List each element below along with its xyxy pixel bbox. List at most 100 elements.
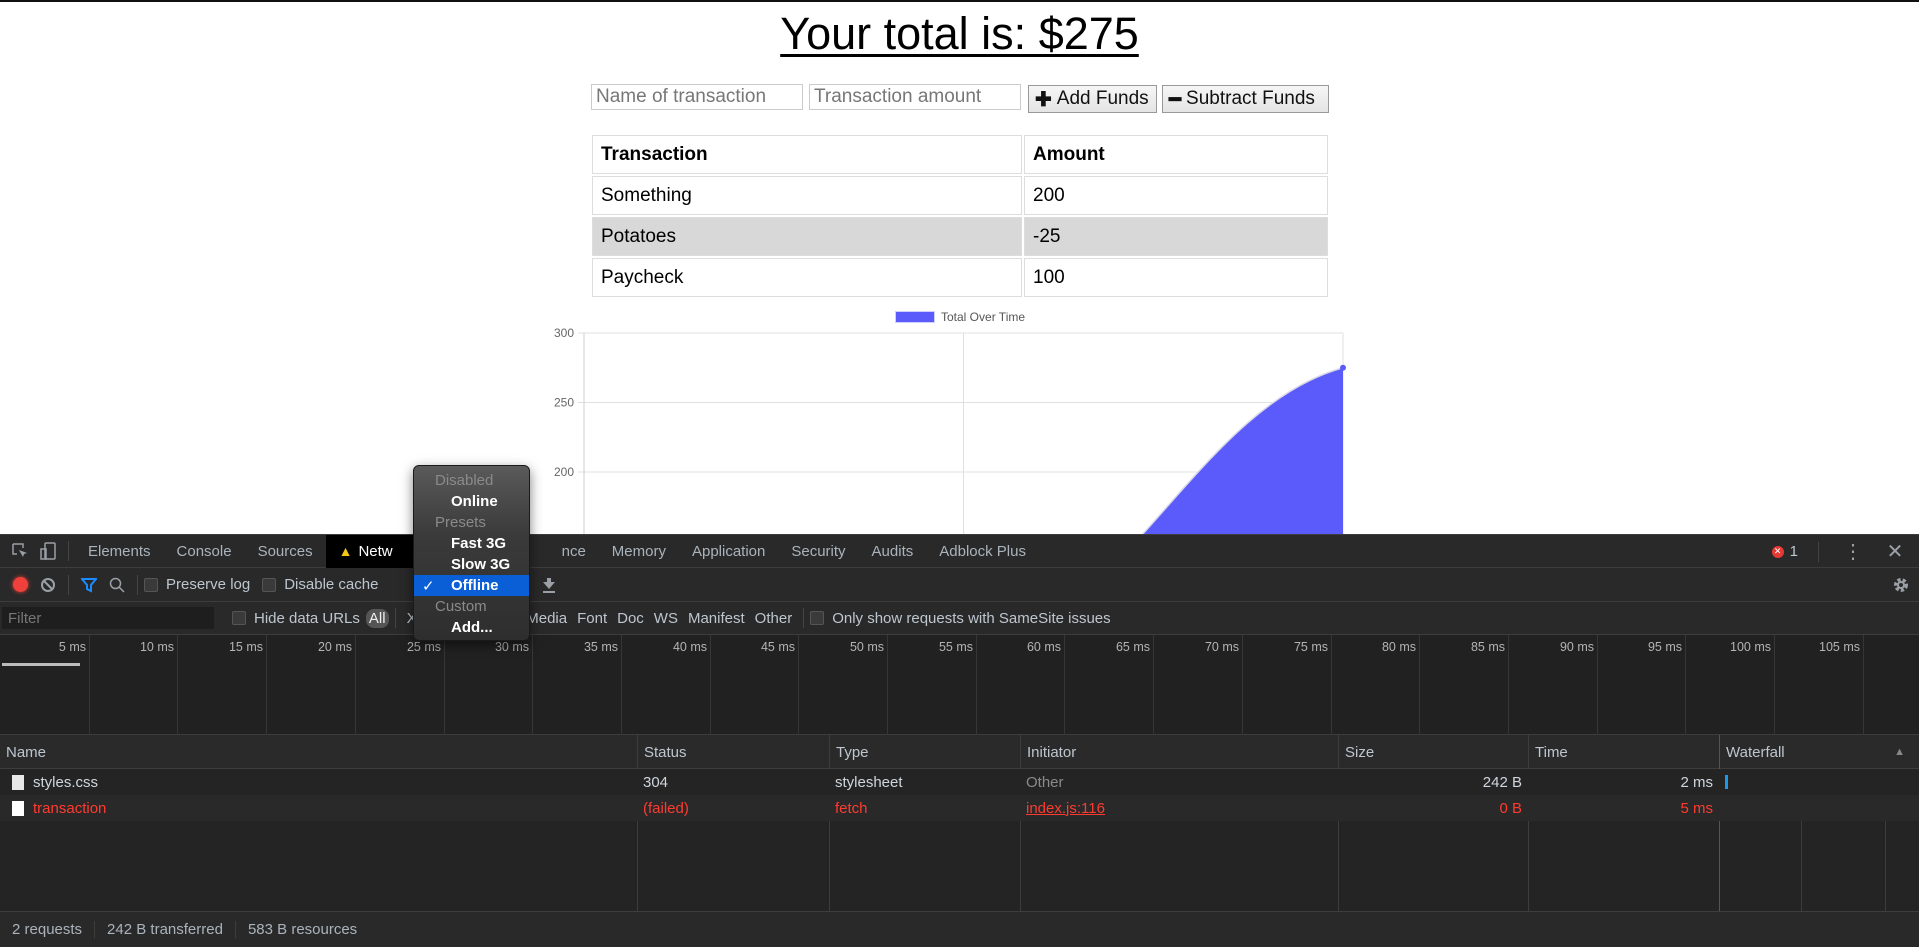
inspect-element-icon[interactable] — [6, 537, 34, 565]
checkmark-icon: ✓ — [422, 577, 435, 595]
checkbox-box — [144, 577, 158, 592]
transaction-name-input[interactable] — [591, 84, 803, 110]
filter-icon[interactable] — [75, 571, 103, 599]
table-row: Something 200 — [592, 176, 1328, 215]
column-header-amount: Amount — [1024, 135, 1328, 174]
settings-gear-icon[interactable] — [1887, 571, 1915, 599]
request-time: 2 ms — [1680, 773, 1713, 791]
menu-group-custom: Custom — [435, 598, 487, 615]
tab-network-label: Netw — [358, 542, 393, 560]
tab-audits[interactable]: Audits — [859, 535, 927, 568]
tab-security[interactable]: Security — [778, 535, 858, 568]
network-status-bar: 2 requests 242 B transferred 583 B resou… — [0, 911, 1919, 947]
stylesheet-file-icon — [12, 774, 24, 790]
device-toolbar-icon[interactable] — [34, 537, 62, 565]
error-count-badge[interactable]: ✕ 1 — [1771, 543, 1798, 560]
column-header-status[interactable]: Status — [637, 735, 829, 769]
table-row: Paycheck 100 — [592, 258, 1328, 297]
add-funds-button[interactable]: ✚ Add Funds — [1028, 85, 1157, 113]
filter-type-other[interactable]: Other — [750, 610, 798, 627]
tab-memory[interactable]: Memory — [599, 535, 679, 568]
timeline-gridline — [355, 635, 356, 735]
timeline-gridline — [1064, 635, 1065, 735]
menu-item-offline-label: Offline — [451, 577, 499, 594]
data-point — [1340, 364, 1346, 371]
timeline-gridline — [798, 635, 799, 735]
column-header-type[interactable]: Type — [829, 735, 1020, 769]
tab-console[interactable]: Console — [164, 535, 245, 568]
timeline-tick-label: 95 ms — [1647, 640, 1682, 654]
network-overview-timeline[interactable]: 5 ms 10 ms 15 ms 20 ms 25 ms 30 ms 35 ms 40 ms 4… — [0, 635, 1919, 735]
timeline-tick-label: 75 ms — [1293, 640, 1328, 654]
subtract-funds-button[interactable]: ━ Subtract Funds — [1162, 85, 1329, 113]
column-header-initiator[interactable]: Initiator — [1020, 735, 1338, 769]
plus-icon: ✚ — [1035, 88, 1052, 111]
timeline-gridline — [1419, 635, 1420, 735]
sort-ascending-icon: ▲ — [1894, 746, 1905, 758]
filter-type-doc[interactable]: Doc — [612, 610, 649, 627]
column-header-waterfall[interactable]: Waterfall ▲ — [1719, 735, 1919, 769]
add-funds-label: Add Funds — [1056, 88, 1149, 109]
transaction-amount-cell: 100 — [1024, 258, 1328, 297]
request-row[interactable]: styles.css 304 stylesheet Other 242 B 2 … — [0, 769, 1919, 795]
total-over-time-chart: 300 250 200 — [554, 326, 1346, 534]
hide-data-urls-checkbox[interactable]: Hide data URLs — [232, 610, 360, 627]
menu-item-add[interactable]: Add... — [414, 617, 529, 638]
initiator-link[interactable]: index.js:116 — [1026, 800, 1105, 817]
timeline-tick-label: 15 ms — [228, 640, 263, 654]
close-devtools-icon[interactable]: ✕ — [1881, 538, 1909, 566]
timeline-tick-label: 25 ms — [406, 640, 441, 654]
devtools-tab-bar: Elements Console Sources ▲ Netw nce Memo… — [0, 534, 1919, 568]
hide-data-urls-label: Hide data URLs — [254, 609, 360, 627]
request-row[interactable]: transaction (failed) fetch index.js:116 … — [0, 795, 1919, 821]
file-icon — [12, 800, 24, 816]
network-toolbar: Preserve log Disable cache — [0, 568, 1919, 602]
tab-sources[interactable]: Sources — [245, 535, 326, 568]
request-status: 304 — [643, 773, 669, 791]
tab-adblock-plus[interactable]: Adblock Plus — [926, 535, 1039, 568]
clear-icon[interactable] — [34, 571, 62, 599]
filter-input[interactable] — [2, 607, 214, 629]
column-header-name[interactable]: Name — [0, 735, 637, 769]
timeline-tick-label: 50 ms — [849, 640, 884, 654]
request-name: styles.css — [33, 773, 99, 791]
timeline-gridline — [1331, 635, 1332, 735]
column-header-time[interactable]: Time — [1528, 735, 1719, 769]
divider — [1818, 541, 1819, 562]
devtools-panel: Elements Console Sources ▲ Netw nce Memo… — [0, 534, 1919, 947]
filter-type-font[interactable]: Font — [572, 610, 612, 627]
filter-type-ws[interactable]: WS — [649, 610, 683, 627]
timeline-gridline — [1242, 635, 1243, 735]
column-header-size[interactable]: Size — [1338, 735, 1528, 769]
checkbox-box — [232, 611, 246, 625]
menu-item-slow-3g[interactable]: Slow 3G — [414, 554, 529, 575]
timeline-gridline — [444, 635, 445, 735]
samesite-issues-label: Only show requests with SameSite issues — [832, 609, 1111, 627]
timeline-tick-label: 80 ms — [1381, 640, 1416, 654]
menu-item-online[interactable]: Online — [414, 491, 529, 512]
record-icon[interactable] — [6, 571, 34, 599]
divider — [803, 608, 805, 628]
transaction-name-cell: Potatoes — [592, 217, 1022, 256]
menu-item-offline[interactable]: ✓ Offline — [414, 575, 529, 596]
devtools-right-controls: ✕ 1 ⋮ ✕ — [1771, 535, 1919, 568]
disable-cache-checkbox[interactable]: Disable cache — [262, 576, 378, 593]
export-har-icon[interactable] — [535, 571, 563, 599]
transaction-amount-input[interactable] — [809, 84, 1021, 110]
samesite-issues-checkbox[interactable]: Only show requests with SameSite issues — [810, 609, 1111, 627]
menu-item-fast-3g[interactable]: Fast 3G — [414, 533, 529, 554]
tab-elements[interactable]: Elements — [75, 535, 164, 568]
preserve-log-checkbox[interactable]: Preserve log — [144, 576, 250, 593]
timeline-tick-label: 105 ms — [1819, 640, 1860, 654]
filter-type-all[interactable]: All — [365, 608, 389, 628]
timeline-gridline — [887, 635, 888, 735]
error-icon: ✕ — [1771, 545, 1784, 558]
table-row: Potatoes -25 — [592, 217, 1328, 256]
tab-application[interactable]: Application — [679, 535, 778, 568]
timeline-gridline — [976, 635, 977, 735]
search-icon[interactable] — [103, 571, 131, 599]
column-header-transaction: Transaction — [592, 135, 1022, 174]
more-options-icon[interactable]: ⋮ — [1839, 538, 1867, 566]
request-initiator: Other — [1026, 773, 1064, 791]
filter-type-manifest[interactable]: Manifest — [683, 610, 750, 627]
